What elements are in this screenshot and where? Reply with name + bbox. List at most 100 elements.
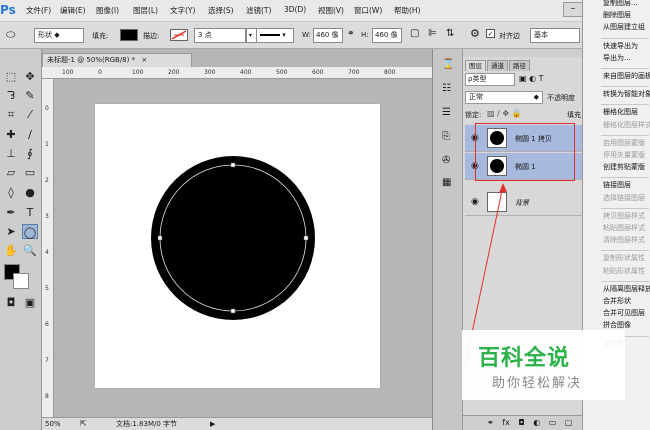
menu-separator <box>601 177 649 179</box>
properties-panel-icon[interactable]: ☰ <box>442 107 451 118</box>
menu-window[interactable]: 窗口(W) <box>354 5 382 16</box>
history-brush-icon[interactable]: ∮ <box>22 146 38 161</box>
context-menu-item: 粘贴图层样式 <box>603 224 645 232</box>
context-menu-item[interactable]: 拼合图像 <box>603 320 631 330</box>
link-dimensions-icon[interactable]: ⚭ <box>347 29 355 39</box>
background-color-swatch[interactable] <box>13 273 29 289</box>
menu-select[interactable]: 选择(S) <box>208 5 234 16</box>
context-menu-item[interactable]: 删除图层 <box>603 10 631 20</box>
context-menu-item[interactable]: 复制图层... <box>603 0 638 8</box>
eyedropper-icon[interactable]: ⁄ <box>22 107 38 122</box>
menu-edit[interactable]: 编辑(E) <box>60 5 86 16</box>
context-menu-item[interactable]: 栅格化图层 <box>603 107 638 117</box>
swatches-panel-icon[interactable]: ▦ <box>442 177 451 188</box>
height-input[interactable]: 460 像 <box>372 28 402 43</box>
move-tool-icon[interactable]: ✥ <box>22 69 38 84</box>
path-operations-icon[interactable]: ▢ <box>410 28 419 39</box>
width-input[interactable]: 460 像 <box>313 28 343 43</box>
context-menu-item[interactable]: 转换为智能对象 <box>603 89 650 99</box>
menu-image[interactable]: 图像(I) <box>96 5 119 16</box>
ruler-horizontal: 100 0 100 200 300 400 500 600 700 800 <box>42 67 432 79</box>
blend-mode-select[interactable]: 正常 ◆ <box>465 91 543 104</box>
toolbox: ⬚ ✥ ᘊ ✎ ⌗ ⁄ ✚ ∕ ⊥ ∮ ▱ ▭ ◊ ● ✒ T ➤ ◯ ✋ 🔍 … <box>0 49 42 430</box>
path-arrangement-icon[interactable]: ⇅ <box>446 28 454 39</box>
dodge-tool-icon[interactable]: ● <box>22 185 38 200</box>
layer-filter-select[interactable]: ρ类型 <box>465 73 515 86</box>
hand-tool-icon[interactable]: ✋ <box>3 243 19 258</box>
close-tab-icon[interactable]: × <box>141 56 147 64</box>
layer-filter-icons[interactable]: ▣ ◐ T <box>519 74 544 83</box>
context-menu-item: 清除图层样式 <box>603 236 645 245</box>
zoom-level[interactable]: 50% <box>45 418 61 430</box>
document-tab[interactable]: 未标题-1 @ 50%(RGB/8) * × <box>42 53 192 67</box>
menu-bar: Ps 文件(F) 编辑(E) 图像(I) 图层(L) 文字(Y) 选择(S) 滤… <box>0 0 650 22</box>
menu-filter[interactable]: 滤镜(T) <box>246 5 271 16</box>
tab-channels[interactable]: 通道 <box>487 60 508 71</box>
healing-brush-icon[interactable]: ✚ <box>3 127 19 142</box>
status-menu-arrow-icon[interactable]: ▶ <box>210 418 215 430</box>
canvas-artwork <box>151 156 315 320</box>
preset-select[interactable]: 基本 <box>530 28 580 43</box>
menu-type[interactable]: 文字(Y) <box>170 5 195 16</box>
character-panel-icon[interactable]: ⎘ <box>442 131 450 142</box>
context-menu-item[interactable]: 链接图层 <box>603 180 631 190</box>
brush-tool-icon[interactable]: ∕ <box>22 127 38 142</box>
path-alignment-icon[interactable]: ⊫ <box>428 28 437 39</box>
menu-separator <box>601 250 649 252</box>
context-menu-item[interactable]: 创建剪贴蒙版 <box>603 162 645 172</box>
pen-tool-icon[interactable]: ✒ <box>3 205 19 220</box>
screen-mode-icon[interactable]: ▣ <box>22 295 38 310</box>
fill-swatch[interactable] <box>120 29 138 41</box>
tool-mode-value: 形状 <box>38 31 52 39</box>
zoom-tool-icon[interactable]: 🔍 <box>22 243 38 258</box>
context-menu-item[interactable]: 导出为... <box>603 53 631 63</box>
context-menu-item[interactable]: 合并形状 <box>603 296 631 306</box>
menu-help[interactable]: 帮助(H) <box>394 5 421 16</box>
document-canvas[interactable] <box>95 104 380 388</box>
lock-icons[interactable]: ▨ ∕ ✥ 🔒 <box>487 109 522 118</box>
brush-panel-icon[interactable]: ☷ <box>442 83 451 94</box>
ruler-tick-label: 0 <box>98 69 102 76</box>
path-select-icon[interactable]: ➤ <box>3 224 19 239</box>
align-edges-checkbox[interactable]: ✓ <box>486 29 495 38</box>
menu-file[interactable]: 文件(F) <box>26 5 51 16</box>
context-menu-item: 停用矢量蒙版 <box>603 151 645 159</box>
gradient-icon[interactable]: ▭ <box>22 165 38 180</box>
context-menu-item[interactable]: 从隔离图层释放 <box>603 284 650 294</box>
context-menu-item[interactable]: 从图层建立组 <box>603 22 645 32</box>
stroke-swatch[interactable] <box>170 29 188 41</box>
3d-panel-icon[interactable]: ✇ <box>442 155 450 166</box>
quick-select-icon[interactable]: ✎ <box>22 88 38 103</box>
stroke-type-select[interactable]: ▾ <box>256 28 294 43</box>
tab-paths[interactable]: 路径 <box>509 60 530 71</box>
gear-icon[interactable]: ⚙ <box>470 27 480 40</box>
tool-mode-select[interactable]: 形状 ◆ <box>34 28 84 43</box>
crop-tool-icon[interactable]: ⌗ <box>3 107 19 122</box>
marquee-tool-icon[interactable]: ⬚ <box>3 69 19 84</box>
history-panel-icon[interactable]: ⌛ <box>442 59 454 70</box>
tab-layers[interactable]: 图层 <box>465 60 486 71</box>
ruler-tick-label: 7 <box>45 357 49 364</box>
context-menu-item[interactable]: 快速导出为 <box>603 41 638 51</box>
lasso-tool-icon[interactable]: ᘊ <box>3 88 19 103</box>
menu-separator <box>601 280 649 282</box>
layers-footer-icons[interactable]: ⚭ fx ◘ ◐ ▭ ▢ 🗑 <box>463 415 591 430</box>
ellipse-tool-preset-icon[interactable]: ⬭ <box>6 28 15 42</box>
ruler-tick-label: 6 <box>45 321 49 328</box>
clone-stamp-icon[interactable]: ⊥ <box>3 146 19 161</box>
eraser-icon[interactable]: ▱ <box>3 165 19 180</box>
blur-tool-icon[interactable]: ◊ <box>3 185 19 200</box>
menu-layer[interactable]: 图层(L) <box>133 5 158 16</box>
ellipse-tool-icon[interactable]: ◯ <box>22 224 38 239</box>
type-tool-icon[interactable]: T <box>22 205 38 220</box>
context-menu-item[interactable]: 来自图层的画板 <box>603 71 650 81</box>
menu-view[interactable]: 视图(V) <box>318 5 344 16</box>
minimize-button[interactable]: – <box>563 2 583 17</box>
ruler-tick-label: 4 <box>45 249 49 256</box>
menu-3d[interactable]: 3D(D) <box>284 5 306 14</box>
quick-mask-icon[interactable]: ◘ <box>3 295 19 310</box>
stroke-width-input[interactable]: 3 点 <box>194 28 246 43</box>
export-icon[interactable]: ⇱ <box>80 418 87 430</box>
context-menu-item[interactable]: 合并可见图层 <box>603 308 645 318</box>
context-menu-item: 启用图层蒙版 <box>603 138 645 147</box>
